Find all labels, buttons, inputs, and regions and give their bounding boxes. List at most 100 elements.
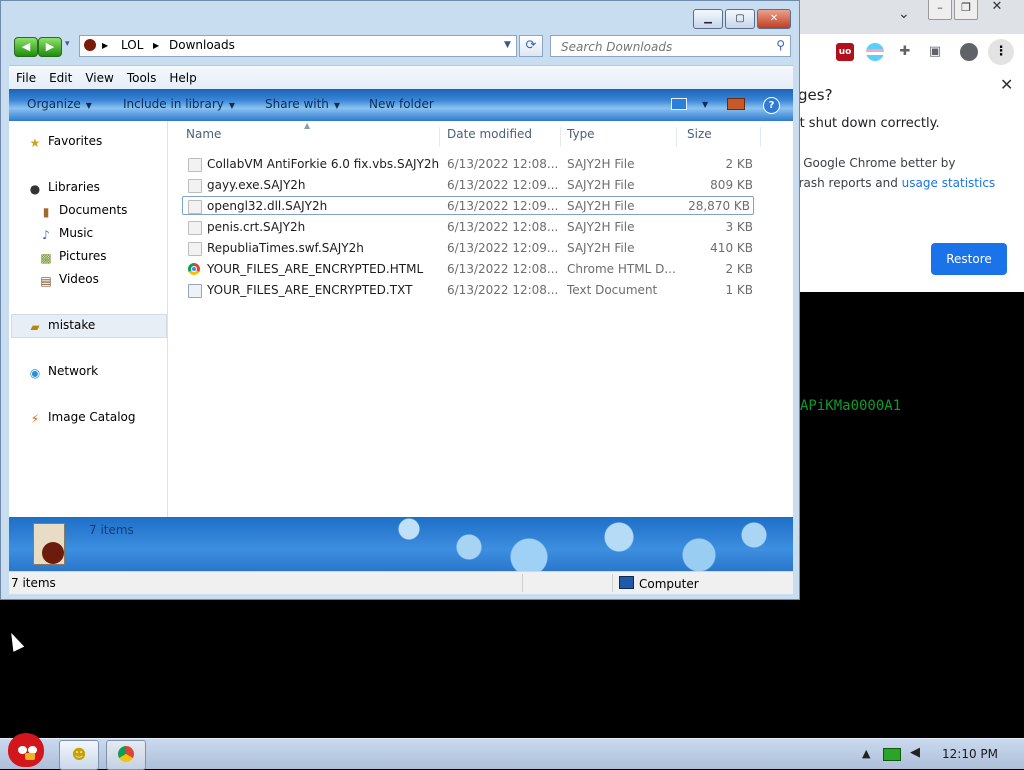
taskbar-chrome-icon[interactable]: [106, 740, 146, 770]
start-button[interactable]: [2, 733, 48, 769]
taskbar-explorer-icon[interactable]: ☻: [59, 740, 99, 770]
new-folder-button[interactable]: New folder: [369, 97, 434, 111]
breadcrumb-separator-icon[interactable]: ▶: [153, 41, 159, 50]
side-panel-icon[interactable]: ▣: [926, 43, 944, 61]
file-icon: [188, 221, 202, 235]
search-input[interactable]: [559, 37, 768, 57]
file-type: SAJY2H File: [567, 220, 635, 234]
file-row-focused[interactable]: opengl32.dll.SAJY2h 6/13/2022 12:09... S…: [182, 196, 754, 215]
file-date: 6/13/2022 12:08...: [447, 220, 559, 234]
nav-music-label: Music: [59, 226, 94, 240]
file-row[interactable]: RepubliaTimes.swf.SAJY2h 6/13/2022 12:09…: [182, 238, 756, 258]
bubble-help-text: e Google Chrome better by: [792, 156, 956, 170]
file-date: 6/13/2022 12:09...: [447, 178, 559, 192]
nav-pictures[interactable]: ▩ Pictures: [38, 249, 106, 265]
back-button[interactable]: ◀: [14, 37, 38, 57]
chevron-down-icon[interactable]: ⌄: [898, 6, 910, 22]
file-row[interactable]: gayy.exe.SAJY2h 6/13/2022 12:09... SAJY2…: [182, 175, 756, 195]
column-header-type[interactable]: Type: [567, 127, 677, 147]
nav-videos[interactable]: ▤ Videos: [38, 272, 99, 288]
menu-help[interactable]: Help: [162, 66, 202, 90]
videos-icon: ▤: [40, 274, 52, 288]
status-bar: 7 items Computer: [9, 571, 793, 594]
restore-button[interactable]: Restore: [931, 243, 1007, 275]
menu-bar: File Edit View Tools Help: [9, 65, 793, 90]
maximize-button[interactable]: ▢: [725, 9, 755, 29]
forward-button[interactable]: ▶: [38, 37, 62, 57]
network-status-icon[interactable]: [883, 748, 901, 761]
file-row[interactable]: YOUR_FILES_ARE_ENCRYPTED.HTML 6/13/2022 …: [182, 259, 756, 279]
column-header-size[interactable]: Size: [687, 127, 761, 147]
window-controls: ▁ ▢ ✕: [693, 9, 791, 29]
usage-statistics-link[interactable]: usage statistics: [902, 176, 996, 190]
file-icon: [188, 242, 202, 256]
chrome-titlebar: ⌄ – ❐ ✕: [780, 0, 1024, 34]
close-icon[interactable]: ✕: [986, 0, 1008, 18]
menu-edit[interactable]: Edit: [42, 66, 78, 90]
nav-music[interactable]: ♪ Music: [38, 226, 93, 242]
nav-documents-label: Documents: [59, 203, 128, 217]
bubble-help-prefix: crash reports and: [792, 176, 902, 190]
column-header-name[interactable]: Name: [186, 127, 440, 147]
minimize-button[interactable]: –: [928, 0, 952, 20]
refresh-button[interactable]: ⟳: [519, 35, 543, 57]
status-divider: [612, 574, 613, 592]
nav-documents[interactable]: ▮ Documents: [38, 203, 128, 219]
file-name: CollabVM AntiForkie 6.0 fix.vbs.SAJY2h: [207, 157, 440, 171]
menu-view[interactable]: View: [78, 66, 119, 90]
volume-icon[interactable]: ◀: [910, 745, 920, 760]
file-row[interactable]: CollabVM AntiForkie 6.0 fix.vbs.SAJY2h 6…: [182, 154, 756, 174]
view-options-dropdown[interactable]: ▼: [697, 96, 708, 110]
organize-button[interactable]: Organize ▼: [27, 97, 92, 111]
file-type: SAJY2H File: [567, 178, 635, 192]
address-dropdown-icon[interactable]: ▼: [504, 40, 511, 50]
breadcrumb-downloads[interactable]: Downloads: [169, 38, 235, 52]
file-row[interactable]: penis.crt.SAJY2h 6/13/2022 12:08... SAJY…: [182, 217, 756, 237]
nav-network[interactable]: ◉ Network: [27, 364, 98, 380]
chevron-down-icon: ▼: [702, 100, 709, 109]
chrome-logo-icon: [118, 746, 134, 762]
file-date: 6/13/2022 12:09...: [447, 199, 559, 213]
file-size: 1 KB: [725, 283, 753, 297]
details-pane: 7 items: [9, 517, 793, 571]
nav-favorites[interactable]: ★ Favorites: [27, 134, 103, 150]
file-size: 2 KB: [725, 157, 753, 171]
share-with-button[interactable]: Share with ▼: [265, 97, 340, 111]
search-box[interactable]: ⚲: [550, 35, 791, 57]
help-icon[interactable]: ?: [763, 97, 780, 114]
user-folder-icon: ▰: [30, 320, 40, 334]
extensions-puzzle-icon[interactable]: ✚: [896, 43, 914, 61]
maximize-button[interactable]: ❐: [954, 0, 978, 20]
ublock-extension-icon[interactable]: uo: [836, 43, 854, 61]
trans-flag-extension-icon[interactable]: [866, 43, 884, 61]
close-icon[interactable]: ✕: [1000, 75, 1013, 94]
address-bar[interactable]: ▶ LOL ▶ Downloads ▼: [79, 35, 517, 57]
nav-user-mistake[interactable]: ▰ mistake: [27, 318, 95, 334]
libraries-icon: ●: [29, 182, 41, 196]
breadcrumb-separator-icon[interactable]: ▶: [102, 41, 108, 50]
nav-libraries[interactable]: ● Libraries: [27, 180, 100, 196]
include-in-library-button[interactable]: Include in library ▼: [123, 97, 235, 111]
close-button[interactable]: ✕: [757, 9, 791, 29]
nav-libraries-label: Libraries: [48, 180, 100, 194]
minimize-button[interactable]: ▁: [693, 9, 723, 29]
nav-image-catalog[interactable]: ⚡ Image Catalog: [27, 410, 136, 426]
file-row[interactable]: YOUR_FILES_ARE_ENCRYPTED.TXT 6/13/2022 1…: [182, 280, 756, 300]
recent-pages-chevron-icon[interactable]: ▾: [65, 39, 70, 49]
file-name: opengl32.dll.SAJY2h: [207, 199, 328, 213]
menu-file[interactable]: File: [9, 66, 42, 90]
bubble-help-text: crash reports and usage statistics: [792, 176, 995, 190]
change-view-icon[interactable]: [671, 98, 687, 110]
column-header-date-modified[interactable]: Date modified: [447, 127, 561, 147]
bird-beak: [25, 753, 35, 760]
taskbar-clock[interactable]: 12:10 PM: [942, 747, 998, 761]
more-options-icon[interactable]: ⋮: [988, 39, 1014, 65]
search-icon[interactable]: ⚲: [776, 38, 785, 52]
preview-pane-icon[interactable]: [727, 98, 745, 110]
nav-network-label: Network: [48, 364, 99, 378]
profile-avatar-icon[interactable]: [960, 43, 978, 61]
show-hidden-icons-icon[interactable]: ▲: [862, 747, 870, 760]
chrome-window: ⌄ – ❐ ✕ ☆ uo ✚ ▣ ⋮ ges? ✕ 't shut down c…: [780, 0, 1024, 292]
breadcrumb-lol[interactable]: LOL: [121, 38, 143, 52]
menu-tools[interactable]: Tools: [120, 66, 163, 90]
